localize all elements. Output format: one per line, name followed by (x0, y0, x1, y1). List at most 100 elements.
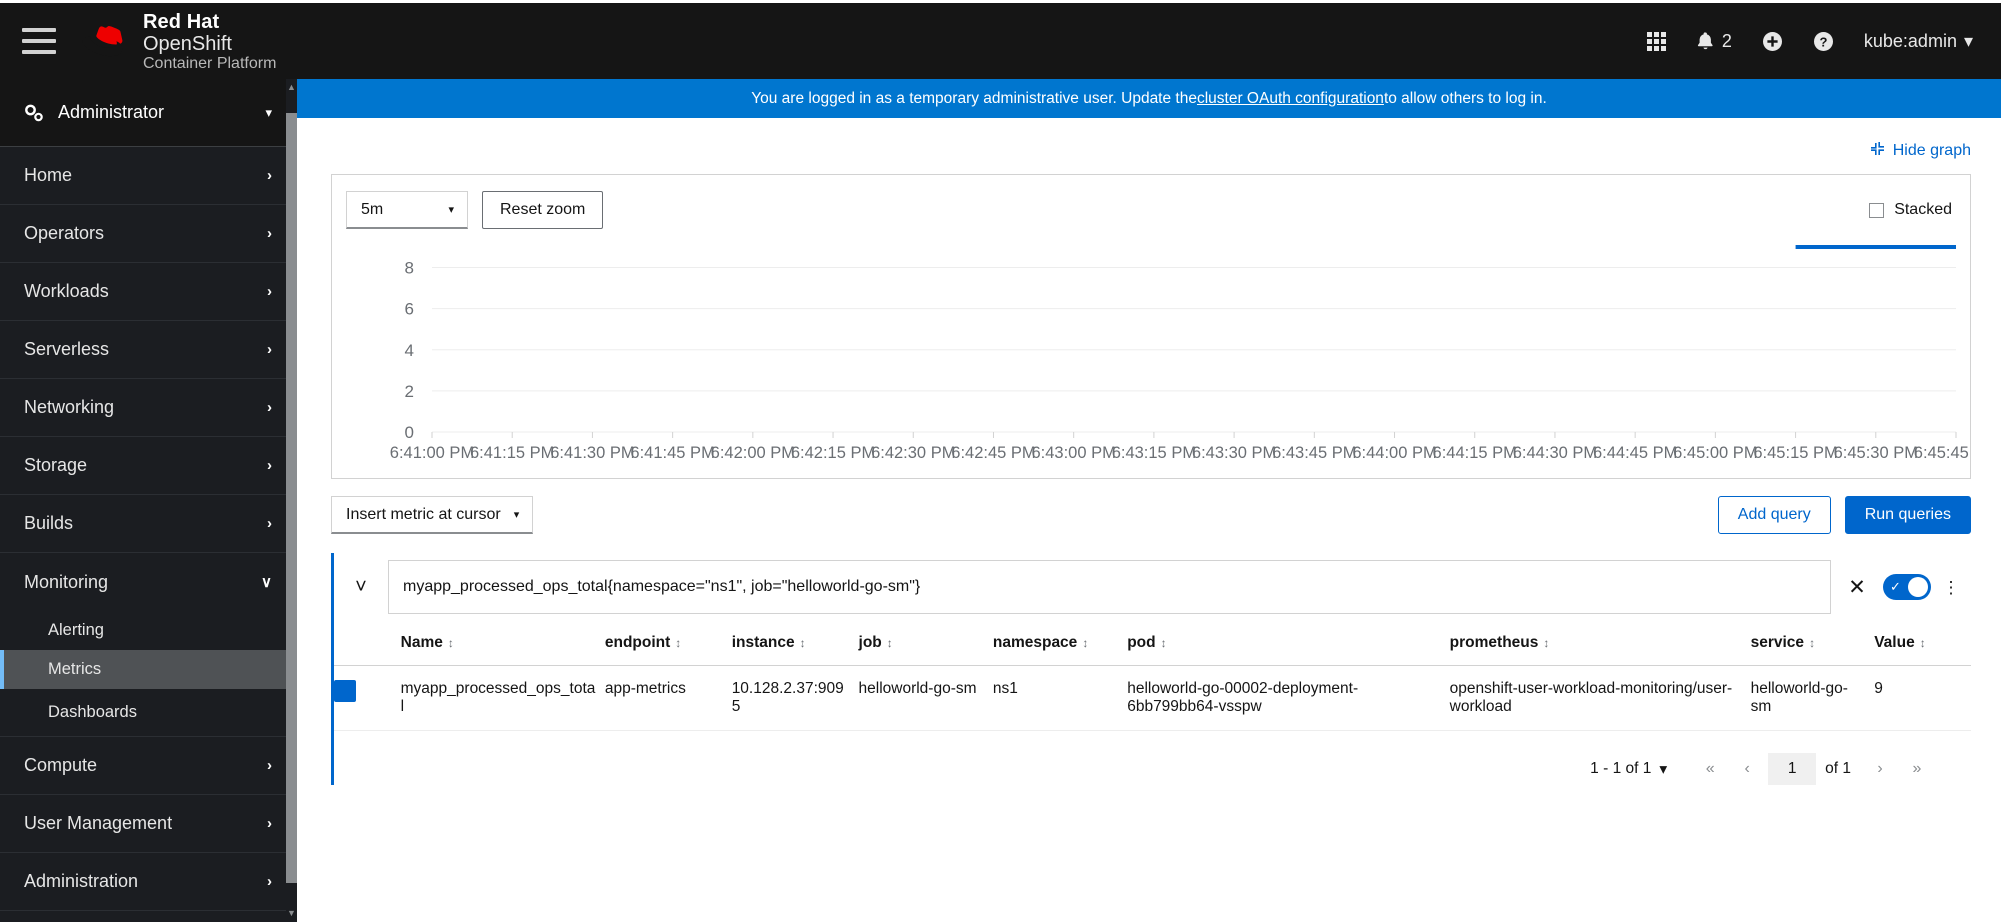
sidebar-item-compute[interactable]: Compute › (0, 737, 296, 795)
first-page-button[interactable]: « (1694, 754, 1726, 784)
brand-line-3: Container Platform (143, 55, 277, 73)
sidebar-subitem-label: Alerting (48, 621, 104, 639)
sidebar-item-label: User Management (24, 813, 173, 833)
reset-zoom-button[interactable]: Reset zoom (482, 191, 604, 229)
page-number-input[interactable] (1768, 753, 1817, 785)
column-header-value[interactable]: Value ↕ (1874, 621, 1971, 666)
add-query-label: Add query (1737, 506, 1811, 523)
hamburger-icon[interactable] (22, 28, 56, 54)
x-axis-tick-label: 6:43:45 PM (1272, 444, 1356, 462)
previous-page-button[interactable]: ‹ (1731, 754, 1763, 784)
sidebar-item-storage[interactable]: Storage › (0, 437, 296, 495)
time-range-select[interactable]: 5m ▾ (346, 191, 468, 229)
sort-icon: ↕ (1543, 636, 1550, 650)
y-axis-tick-label: 6 (405, 300, 414, 319)
query-toolbar: Insert metric at cursor ▾ Add query Run … (331, 496, 1971, 534)
column-header-namespace[interactable]: namespace ↕ (992, 621, 1128, 666)
sidebar-item-workloads[interactable]: Workloads › (0, 263, 296, 321)
notification-bell-icon[interactable]: 2 (1696, 31, 1732, 52)
sidebar-item-builds[interactable]: Builds › (0, 495, 296, 553)
brand-logo[interactable]: Red Hat OpenShift Container Platform (78, 9, 276, 74)
x-axis-tick-label: 6:43:30 PM (1192, 444, 1276, 462)
series-color-swatch[interactable] (334, 680, 356, 702)
column-header-job[interactable]: job ↕ (858, 621, 993, 666)
hide-graph-row: Hide graph (297, 118, 2001, 161)
x-axis-tick-label: 6:44:15 PM (1433, 444, 1517, 462)
x-axis-tick-label: 6:45:00 PM (1673, 444, 1757, 462)
sidebar-item-label: Monitoring (24, 571, 109, 592)
sidebar-item-monitoring[interactable]: Monitoring ∨ (0, 553, 296, 611)
table-row: myapp_processed_ops_total app-metrics 10… (334, 665, 1971, 731)
sort-icon: ↕ (799, 636, 806, 650)
scrollbar-thumb[interactable] (286, 113, 297, 883)
run-queries-label: Run queries (1864, 506, 1951, 523)
sidebar-item-user-management[interactable]: User Management › (0, 795, 296, 853)
query-kebab-menu[interactable]: ⋮ (1931, 579, 1971, 596)
checkbox-box[interactable] (1869, 202, 1885, 218)
banner-text-after: to allow others to log in. (1383, 89, 1547, 107)
sidebar-item-alerting[interactable]: Alerting (0, 611, 296, 650)
per-page-select[interactable]: 1 - 1 of 1 ▾ (1590, 760, 1667, 779)
brand-text: Red Hat OpenShift Container Platform (143, 9, 276, 74)
stacked-checkbox[interactable]: Stacked (1869, 201, 1952, 219)
cell-pod: helloworld-go-00002-deployment-6bb799bb6… (1127, 665, 1450, 731)
sidebar-scrollbar[interactable]: ▲ ▼ (286, 79, 297, 922)
column-header-service[interactable]: service ↕ (1750, 621, 1875, 666)
time-range-value: 5m (361, 200, 384, 218)
column-header-name[interactable]: Name ↕ (400, 621, 605, 666)
y-axis-tick-label: 2 (405, 382, 414, 401)
last-page-button[interactable]: » (1901, 754, 1933, 784)
plus-circle-icon[interactable] (1762, 31, 1783, 52)
sidebar-item-operators[interactable]: Operators › (0, 205, 296, 263)
total-pages-label: of 1 (1825, 760, 1851, 777)
scroll-down-icon[interactable]: ▼ (287, 909, 296, 918)
perspective-switcher[interactable]: Administrator ▾ (0, 79, 296, 147)
query-actions: Add query Run queries (1717, 496, 1971, 534)
sidebar-navigation: Administrator ▾ Home › Operators › Workl… (0, 79, 296, 922)
query-panel: ˅ myapp_processed_ops_total{namespace="n… (331, 553, 1971, 785)
column-header-instance[interactable]: instance ↕ (731, 621, 859, 666)
run-queries-button[interactable]: Run queries (1844, 496, 1971, 534)
series-color-swatch-cell (334, 665, 401, 731)
masthead: Red Hat OpenShift Container Platform 2 ? (0, 0, 2001, 79)
svg-text:?: ? (1819, 34, 1827, 49)
metrics-graph-card: 5m ▾ Reset zoom Stacked 0 2 4 6 8 6:41:00 PM 6… (331, 174, 1971, 479)
pagination-range-label: 1 - 1 of 1 (1590, 760, 1652, 777)
chevron-down-icon: ▾ (513, 509, 520, 521)
cluster-oauth-configuration-link[interactable]: cluster OAuth configuration (1197, 90, 1384, 108)
sidebar-item-home[interactable]: Home › (0, 147, 296, 205)
add-query-button[interactable]: Add query (1717, 496, 1831, 534)
grid-apps-icon[interactable] (1646, 31, 1666, 51)
column-header-pod[interactable]: pod ↕ (1127, 621, 1450, 666)
sidebar-item-serverless[interactable]: Serverless › (0, 321, 296, 379)
x-axis-tick-label: 6:43:15 PM (1112, 444, 1196, 462)
sort-icon: ↕ (447, 636, 454, 650)
clear-query-button[interactable]: ✕ (1831, 575, 1883, 600)
temporary-user-banner: You are logged in as a temporary adminis… (297, 79, 2001, 118)
chevron-right-icon: › (267, 815, 272, 832)
sidebar-item-networking[interactable]: Networking › (0, 379, 296, 437)
sidebar-item-dashboards[interactable]: Dashboards (0, 689, 296, 737)
next-page-button[interactable]: › (1864, 754, 1896, 784)
stacked-label: Stacked (1894, 201, 1952, 218)
main-content: You are logged in as a temporary adminis… (297, 79, 2001, 922)
query-enabled-toggle[interactable]: ✓ (1883, 574, 1931, 600)
chevron-right-icon: › (267, 283, 272, 300)
sidebar-item-administration[interactable]: Administration › (0, 853, 296, 911)
reset-zoom-label: Reset zoom (500, 201, 586, 218)
check-icon: ✓ (1890, 579, 1901, 594)
hide-graph-button[interactable]: Hide graph (1870, 141, 1971, 161)
metrics-line-chart: 0 2 4 6 8 6:41:00 PM6:41:15 PM6:41:30 PM6:41:… (390, 237, 1970, 462)
insert-metric-select[interactable]: Insert metric at cursor ▾ (331, 496, 534, 534)
y-axis-tick-label: 8 (405, 259, 414, 278)
chevron-down-icon[interactable]: ˅ (334, 576, 388, 599)
promql-query-input[interactable]: myapp_processed_ops_total{namespace="ns1… (388, 560, 1831, 614)
table-header-row: Name ↕ endpoint ↕ instance ↕ job ↕ namespace… (334, 621, 1971, 666)
help-circle-icon[interactable]: ? (1813, 31, 1834, 52)
sidebar-item-metrics[interactable]: Metrics (0, 650, 296, 689)
scroll-up-icon[interactable]: ▲ (287, 83, 296, 92)
user-menu[interactable]: kube:admin ▾ (1864, 31, 1973, 52)
column-header-prometheus[interactable]: prometheus ↕ (1449, 621, 1751, 666)
x-axis-tick-label: 6:42:00 PM (711, 444, 795, 462)
column-header-endpoint[interactable]: endpoint ↕ (604, 621, 732, 666)
